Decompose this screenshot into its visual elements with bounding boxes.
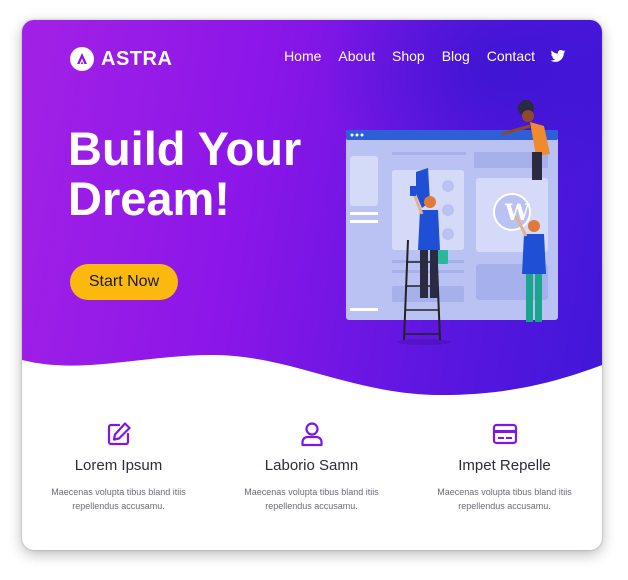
page-frame: ASTRA Home About Shop Blog Contact Build… [22,20,602,550]
svg-text:W: W [504,200,530,226]
feature-card: Lorem Ipsum Maecenas volupta tibus bland… [22,420,215,513]
edit-icon [107,422,131,446]
nav-shop[interactable]: Shop [392,48,425,64]
feature-description: Maecenas volupta tibus bland itiis repel… [244,487,379,511]
nav-about[interactable]: About [338,48,375,64]
hero-headline-line-2: Dream! [68,172,230,225]
site-logo[interactable]: ASTRA [70,47,172,71]
feature-card: Laborio Samn Maecenas volupta tibus blan… [215,420,408,513]
astra-logo-icon [70,47,94,71]
user-icon [300,422,323,447]
feature-title: Lorem Ipsum [74,457,163,474]
feature-card: Impet Repelle Maecenas volupta tibus bla… [408,420,601,513]
features-section: Lorem Ipsum Maecenas volupta tibus bland… [22,420,602,513]
website-builders-illustration: W [346,100,558,345]
nav-home[interactable]: Home [284,48,321,64]
feature-title: Laborio Samn [264,457,359,474]
credit-card-icon [492,423,517,445]
twitter-icon[interactable] [550,48,566,64]
feature-description: Maecenas volupta tibus bland itiis repel… [437,487,572,511]
main-nav: Home About Shop Blog Contact [284,48,566,64]
feature-title: Impet Repelle [458,457,551,474]
hero-wave-divider [22,355,602,415]
hero-headline: Build Your Dream! [68,124,328,224]
nav-blog[interactable]: Blog [442,48,470,64]
site-logo-text: ASTRA [101,47,173,70]
start-now-button[interactable]: Start Now [70,264,178,300]
feature-description: Maecenas volupta tibus bland itiis repel… [51,487,186,511]
hero-headline-line-1: Build Your [68,122,302,175]
hero-section: ASTRA Home About Shop Blog Contact Build… [22,20,602,415]
nav-contact[interactable]: Contact [487,48,535,64]
